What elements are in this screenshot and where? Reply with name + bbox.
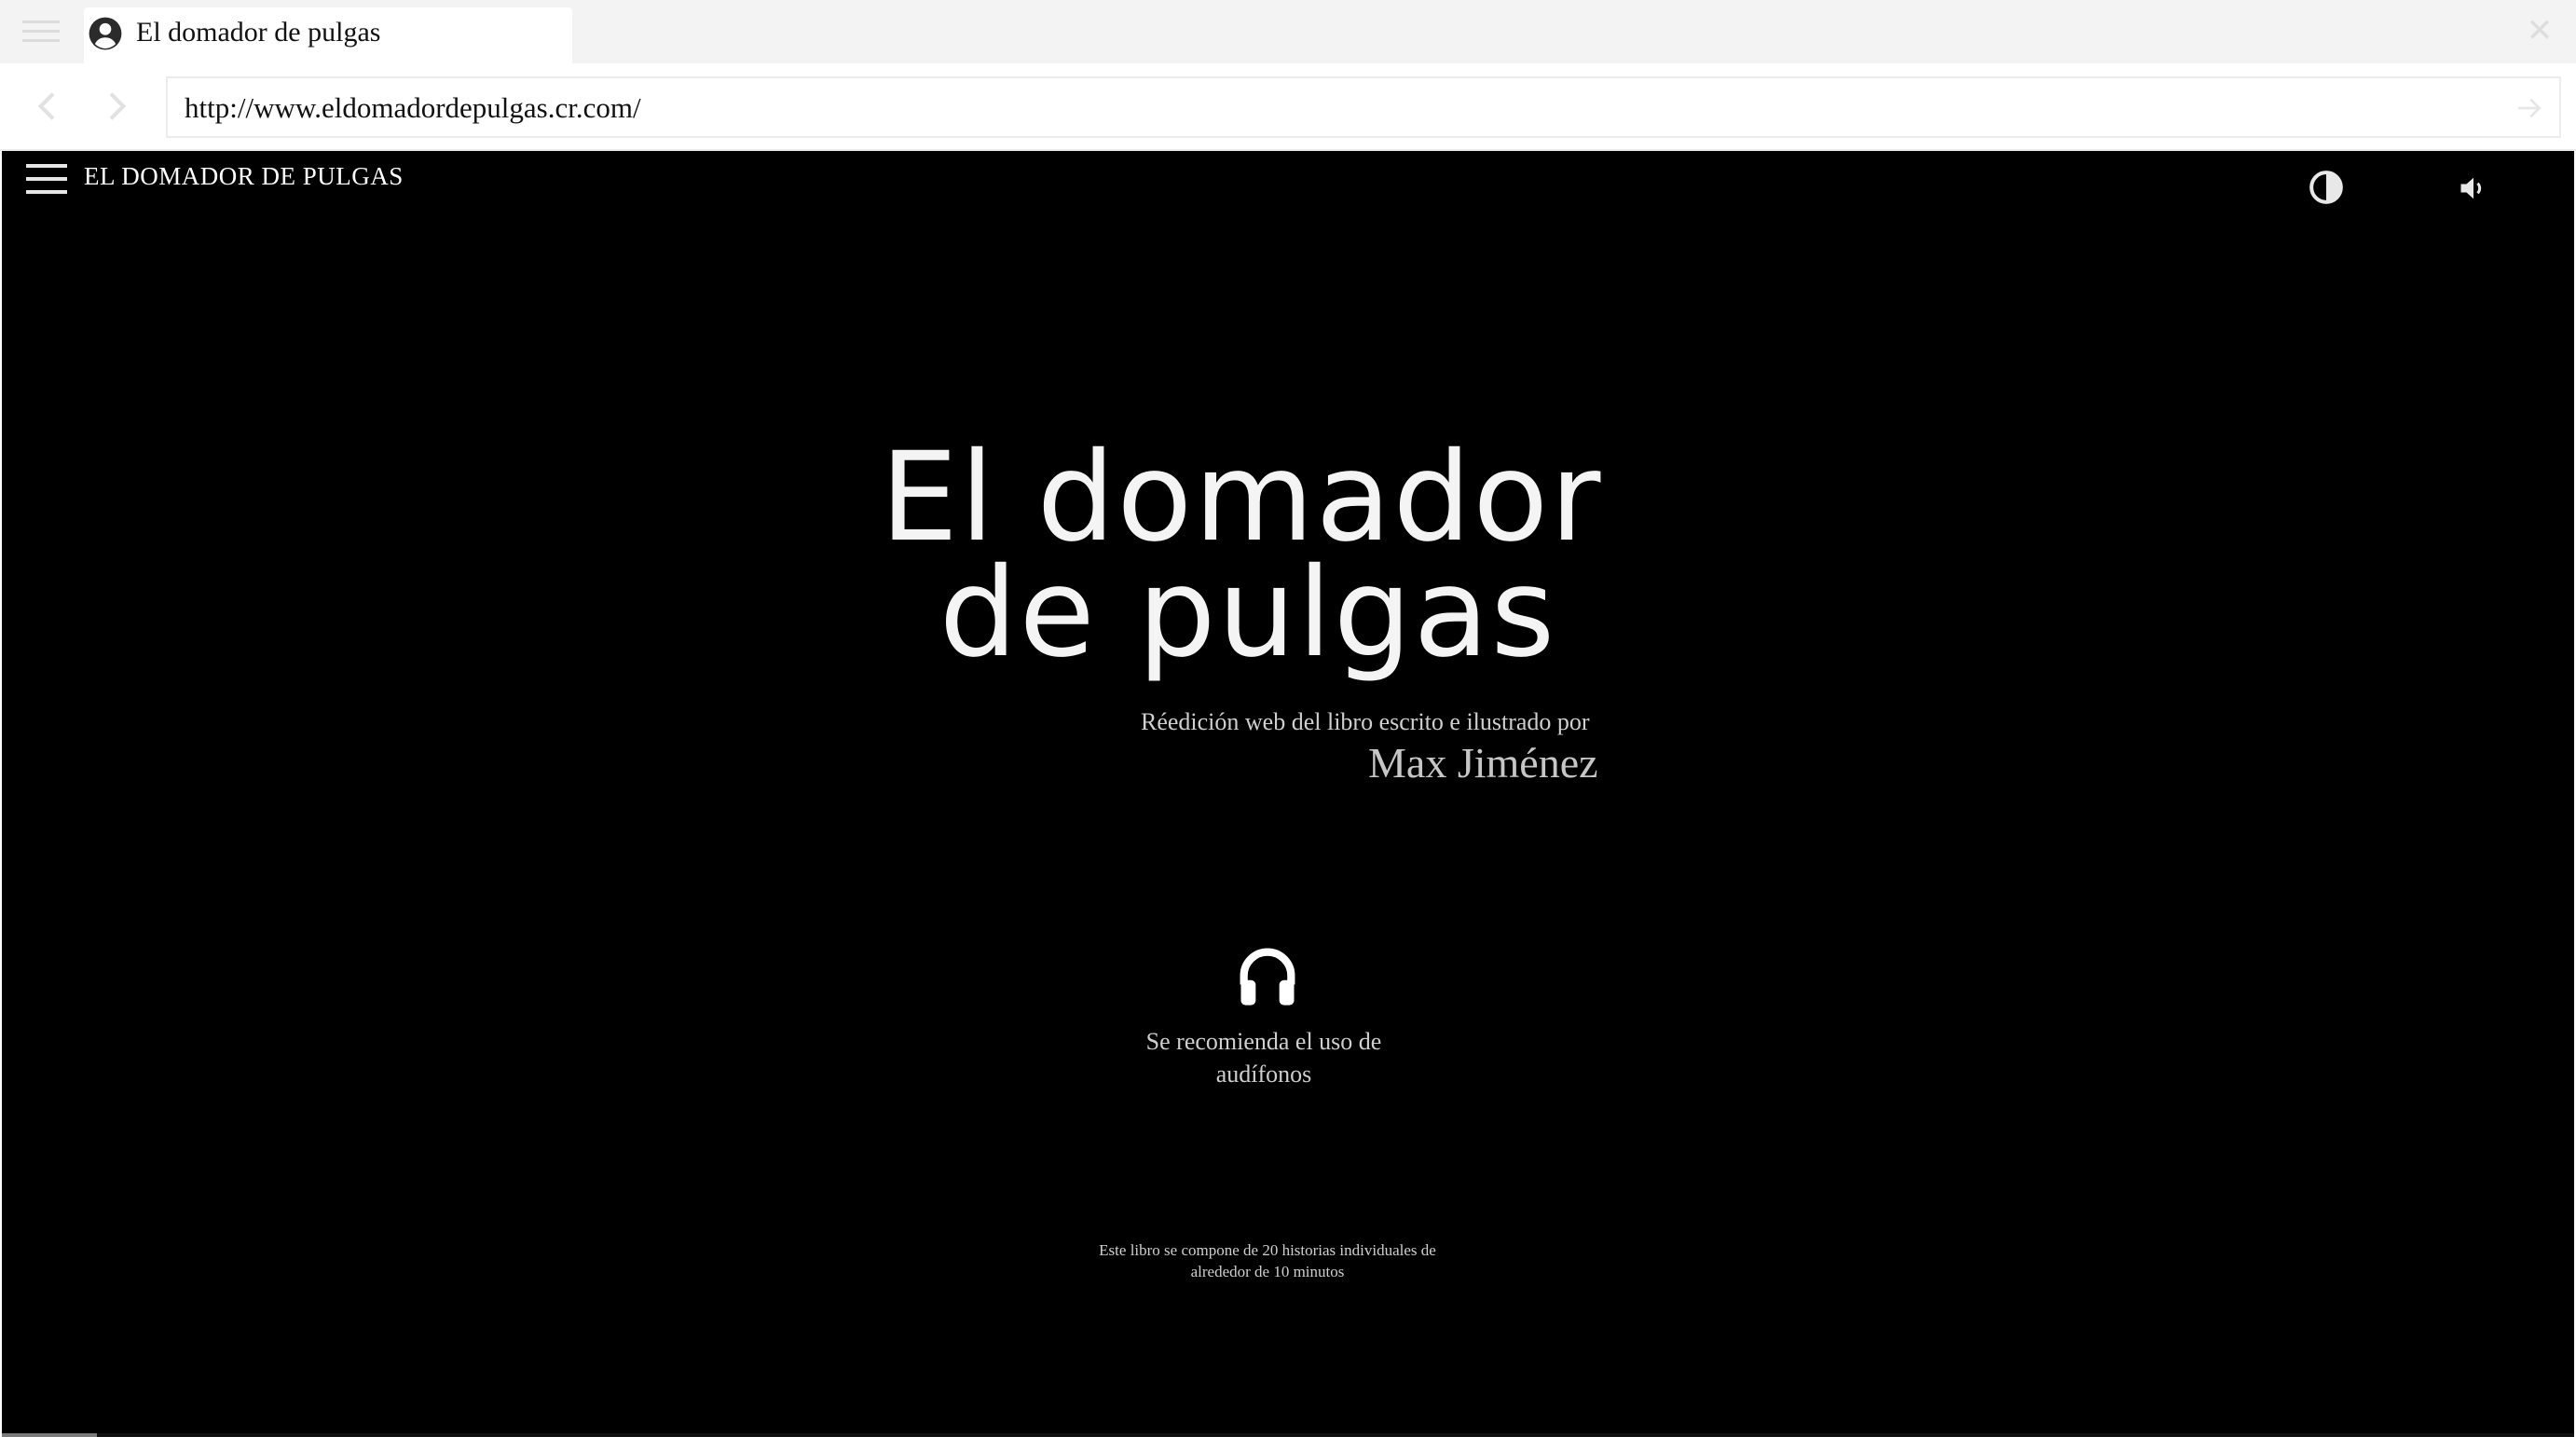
account-circle-icon xyxy=(89,17,122,50)
headphones-text-line-1: Se recomienda el uso de xyxy=(1145,1028,1382,1055)
chevron-right-icon[interactable] xyxy=(97,88,134,125)
book-footnote: Este libro se compone de 20 historias in… xyxy=(1072,1239,1463,1282)
browser-tab[interactable]: El domador de pulgas xyxy=(84,7,572,63)
hero-title: El domador de pulgas xyxy=(2,426,2518,685)
chevron-left-icon[interactable] xyxy=(30,88,67,125)
hamburger-menu-icon[interactable] xyxy=(26,164,67,196)
progress-bar xyxy=(2,1433,2574,1437)
tab-title: El domador de pulgas xyxy=(136,17,381,48)
headphones-icon xyxy=(1240,948,1295,1006)
close-icon[interactable]: ✕ xyxy=(2524,15,2555,47)
arrow-right-icon[interactable] xyxy=(2514,93,2544,123)
site-header-title[interactable]: EL DOMADOR DE PULGAS xyxy=(84,162,404,191)
browser-window: El domador de pulgas ✕ http://www.eldoma… xyxy=(0,0,2576,1437)
page-content: EL DOMADOR DE PULGAS El domador de pulga… xyxy=(2,151,2574,1437)
progress-bar-fill xyxy=(2,1433,98,1437)
hero-title-line-2: de pulgas xyxy=(939,541,1557,685)
volume-icon[interactable] xyxy=(2455,171,2492,205)
footnote-line-1: Este libro se compone de 20 historias in… xyxy=(1099,1241,1436,1259)
url-text[interactable]: http://www.eldomadordepulgas.cr.com/ xyxy=(185,91,641,125)
hero-title-line-1: El domador xyxy=(880,426,1603,569)
headphones-text-line-2: audífonos xyxy=(1215,1061,1312,1088)
address-bar[interactable]: http://www.eldomadordepulgas.cr.com/ xyxy=(166,76,2561,138)
tab-bar: El domador de pulgas ✕ xyxy=(0,0,2576,63)
navigation-bar: http://www.eldomadordepulgas.cr.com/ xyxy=(0,63,2576,151)
footnote-line-2: alrededor de 10 minutos xyxy=(1190,1263,1345,1280)
contrast-icon[interactable] xyxy=(2308,169,2345,206)
author-name: Max Jiménez xyxy=(1368,739,1598,787)
headphones-recommendation: Se recomienda el uso de audífonos xyxy=(1117,1025,1411,1090)
subtitle: Réedición web del libro escrito e ilustr… xyxy=(1141,708,1590,735)
menu-icon[interactable] xyxy=(22,21,60,43)
